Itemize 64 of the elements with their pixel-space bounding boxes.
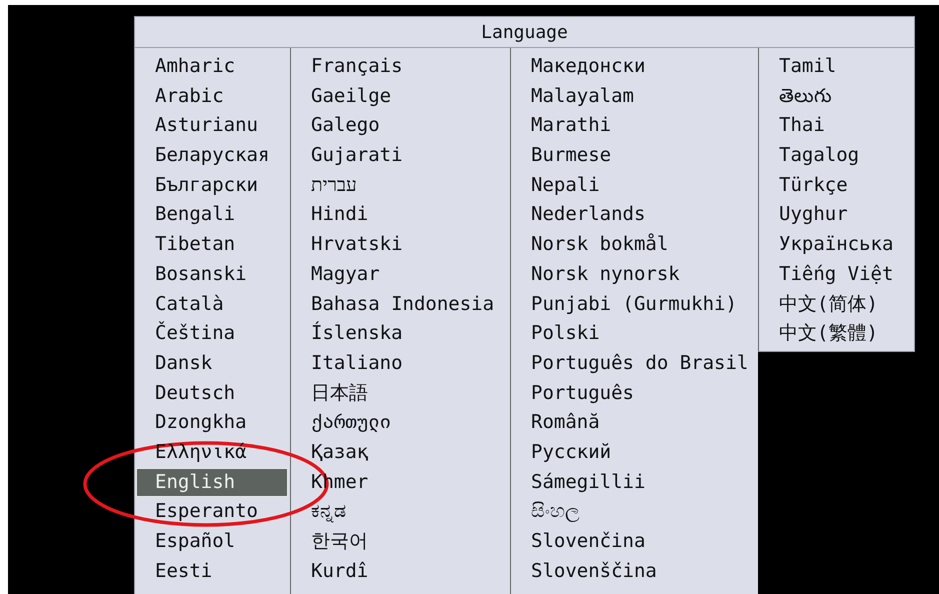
language-item[interactable]: Tiếng Việt (759, 260, 914, 290)
language-item[interactable]: Galego (291, 111, 510, 142)
language-item[interactable]: 中文(简体) (759, 290, 914, 320)
language-item[interactable]: Marathi (511, 111, 758, 142)
language-item[interactable]: Nederlands (511, 200, 758, 230)
language-item[interactable]: Eesti (135, 556, 290, 586)
language-item[interactable]: Arabic (135, 82, 290, 112)
language-item[interactable]: Kurdî (291, 556, 510, 586)
language-item[interactable]: Українська (759, 230, 914, 260)
language-item[interactable]: Íslenska (291, 319, 510, 349)
language-item[interactable]: Ελληνικά (135, 438, 290, 468)
language-item[interactable]: English (136, 468, 288, 498)
language-item[interactable]: Dzongkha (135, 408, 290, 438)
language-item[interactable]: ქართული (291, 408, 510, 438)
language-item[interactable]: Magyar (291, 260, 510, 290)
language-item[interactable]: Bengali (135, 200, 290, 230)
language-item[interactable]: Tamil (759, 52, 914, 82)
language-item[interactable]: Hrvatski (291, 230, 510, 260)
language-item[interactable]: Català (135, 290, 290, 320)
language-item[interactable]: Slovenčina (511, 527, 758, 557)
language-item[interactable]: Dansk (135, 348, 290, 379)
language-item[interactable]: Čeština (135, 319, 290, 349)
language-item[interactable]: Italiano (291, 348, 510, 379)
language-item[interactable]: 日本語 (291, 378, 510, 408)
language-item[interactable]: ಕನ್ನಡ (291, 497, 510, 527)
language-item[interactable]: Asturianu (135, 111, 290, 142)
language-item[interactable]: Қазақ (291, 438, 510, 468)
language-item[interactable]: Uyghur (759, 200, 914, 230)
language-item[interactable]: Македонски (511, 52, 758, 82)
language-item[interactable]: తెలుగు (759, 82, 914, 112)
language-item[interactable]: Sámegillii (511, 468, 758, 498)
language-item[interactable]: Esperanto (135, 497, 290, 527)
language-item[interactable]: සිංහල (511, 497, 758, 527)
language-item[interactable]: Português do Brasil (511, 348, 758, 379)
language-item[interactable]: Malayalam (511, 82, 758, 112)
language-item[interactable]: 中文(繁體) (759, 319, 914, 349)
language-item[interactable]: Беларуская (135, 141, 290, 171)
language-item[interactable]: Burmese (511, 141, 758, 171)
language-item[interactable]: Tibetan (135, 230, 290, 260)
language-item[interactable]: עברית (291, 170, 510, 200)
language-item[interactable]: Bahasa Indonesia (291, 290, 510, 320)
language-item[interactable]: Tagalog (759, 141, 914, 171)
language-item[interactable]: Norsk nynorsk (511, 260, 758, 290)
language-item[interactable]: Hindi (291, 200, 510, 230)
language-item[interactable]: Punjabi (Gurmukhi) (511, 290, 758, 320)
language-item[interactable]: Amharic (135, 52, 290, 82)
language-item[interactable]: 한국어 (291, 527, 510, 557)
language-item[interactable]: Bosanski (135, 260, 290, 290)
language-item[interactable]: Български (135, 170, 290, 200)
language-item[interactable]: Nepali (511, 170, 758, 200)
language-item[interactable]: Español (135, 527, 290, 557)
language-item[interactable]: Français (291, 52, 510, 82)
language-item[interactable]: Gaeilge (291, 82, 510, 112)
language-item[interactable]: Türkçe (759, 170, 914, 200)
language-item[interactable]: Română (511, 408, 758, 438)
language-item[interactable]: Slovenščina (511, 556, 758, 586)
language-item[interactable]: Gujarati (291, 141, 510, 171)
language-item[interactable]: Polski (511, 319, 758, 349)
language-item[interactable]: Русский (511, 438, 758, 468)
language-item[interactable]: Norsk bokmål (511, 230, 758, 260)
language-item[interactable]: Português (511, 378, 758, 408)
language-item[interactable]: Deutsch (135, 378, 290, 408)
language-item[interactable]: Thai (759, 111, 914, 142)
dialog-title: Language (134, 16, 915, 48)
